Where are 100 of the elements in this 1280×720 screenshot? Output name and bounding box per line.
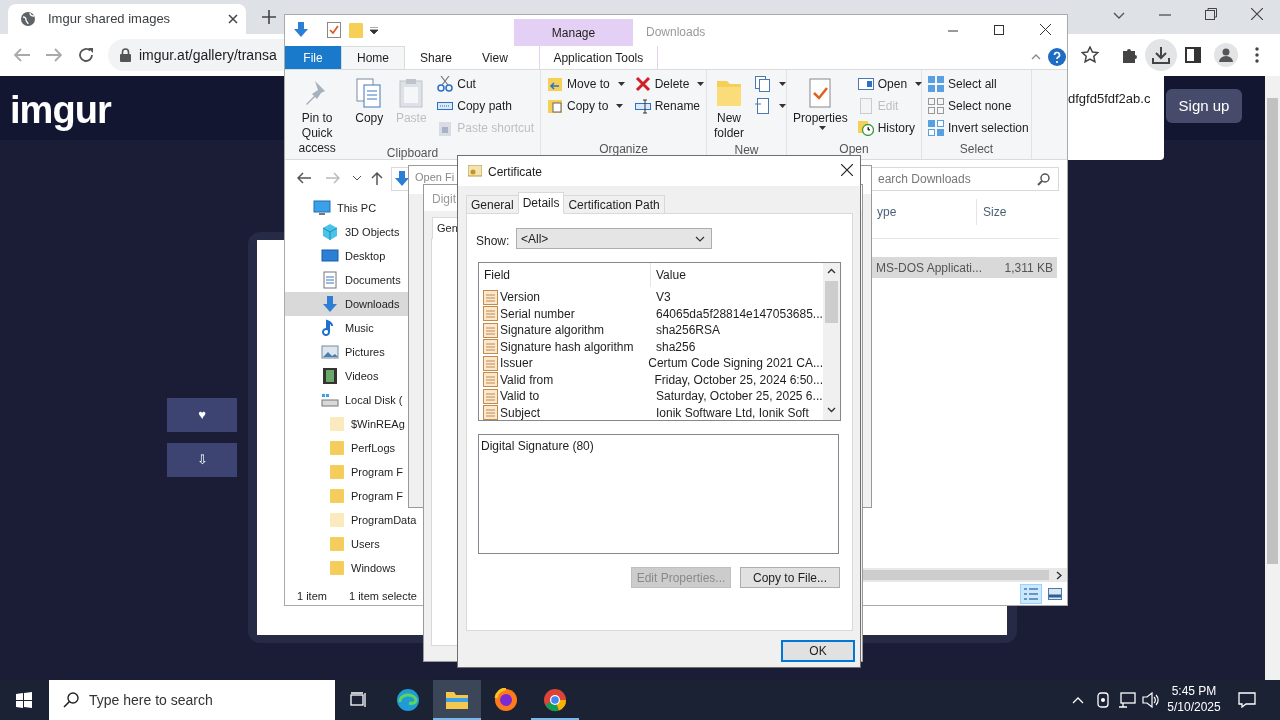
folder-icon <box>329 488 345 504</box>
column-header[interactable]: Value <box>651 263 823 287</box>
browser-tab[interactable]: Imgur shared images <box>8 4 246 34</box>
minimize-icon <box>1159 14 1171 16</box>
task-view-icon <box>350 692 368 708</box>
list-row[interactable]: Version V3 <box>483 289 823 305</box>
folder-icon <box>329 464 345 480</box>
dropdown[interactable]: <All> <box>516 228 712 249</box>
folder-icon <box>329 440 345 456</box>
ribbon-button[interactable]: History <box>855 117 925 139</box>
download-button[interactable]: ⇩ <box>167 443 237 477</box>
list-row[interactable]: Serial number 64065da5f28814e147053685... <box>483 305 823 322</box>
group-label: Select <box>959 141 994 158</box>
text-area[interactable]: Digital Signature (80) <box>478 434 839 554</box>
status-text: 1 item selecte <box>349 589 417 604</box>
ribbon-button[interactable]: Open <box>855 73 925 95</box>
column-header[interactable]: Field <box>479 263 651 287</box>
search-field[interactable]: Type here to search <box>49 680 335 720</box>
scissors-icon <box>437 76 454 92</box>
context-tab-header: Manage <box>514 19 633 46</box>
film-icon <box>321 367 339 385</box>
field-icon <box>483 289 498 305</box>
ribbon-button[interactable]: Invert selection <box>926 117 1031 139</box>
history-icon <box>857 120 874 136</box>
checklist-icon <box>327 22 341 38</box>
list-row[interactable]: Subject Ionik Software Ltd, Ionik Soft <box>483 404 823 421</box>
ribbon-button[interactable]: Properties <box>791 73 850 130</box>
tab[interactable]: Gen <box>432 217 458 239</box>
forward-icon <box>46 48 62 62</box>
dialog-title: Open Fi <box>415 170 455 185</box>
close-icon <box>228 14 238 24</box>
ribbon-tab[interactable]: Share <box>405 46 468 69</box>
ribbon-button[interactable]: New folder <box>711 73 747 141</box>
profile-button[interactable] <box>1214 43 1238 67</box>
file-name: dfgfd5fdf2ab.c <box>1068 90 1151 108</box>
like-button[interactable]: ♥ <box>167 398 237 432</box>
dialog-title: Digit <box>432 191 456 208</box>
clock-date: 5/10/2025 <box>1167 699 1221 715</box>
ribbon-button[interactable]: Select all <box>926 73 1031 95</box>
ribbon-tab[interactable]: File <box>285 46 341 69</box>
speaker-icon <box>1142 692 1160 708</box>
close-icon <box>1040 24 1051 35</box>
folder-icon <box>349 22 363 38</box>
notification-icon <box>1238 692 1256 708</box>
column-header[interactable]: Size <box>977 199 1059 225</box>
taskbar-button[interactable] <box>433 680 481 720</box>
chevron-up-icon <box>1072 697 1084 704</box>
ribbon-tab[interactable]: Home <box>341 46 405 69</box>
icon-button[interactable] <box>753 73 788 95</box>
picture-icon <box>1048 588 1062 600</box>
field-label: Show: <box>476 233 510 250</box>
scrollbar[interactable] <box>1265 76 1280 680</box>
window-icon <box>857 76 874 92</box>
dialog-title: Certificate <box>488 164 543 181</box>
address-bar[interactable]: imgur.at/gallery/transa <box>108 39 284 71</box>
list-row[interactable]: Signature hash algorithm sha256 <box>483 338 823 355</box>
sign-up-button[interactable]: Sign up <box>1166 89 1242 123</box>
puzzle-icon <box>1121 46 1139 64</box>
ribbon-button[interactable]: Copy <box>351 73 388 126</box>
ribbon-button[interactable]: Select none <box>926 95 1031 117</box>
list-row[interactable]: Valid to Saturday, October 25, 2025 6... <box>483 388 823 404</box>
ribbon-button[interactable]: Pin to Quick access <box>289 73 346 156</box>
rename-icon <box>634 98 651 114</box>
browser-icon <box>543 688 567 712</box>
certificate-icon <box>468 165 482 177</box>
scroll-thumb[interactable] <box>861 570 1049 580</box>
download-arrow-icon <box>293 22 309 38</box>
table-cell-text: Issuer <box>499 355 534 372</box>
table-cell-text: Valid to <box>499 388 541 405</box>
group-label: New <box>734 142 759 159</box>
ribbon-button[interactable]: Move to <box>545 73 627 95</box>
ribbon-tab[interactable]: View <box>467 46 523 69</box>
ribbon-button[interactable]: Rename <box>632 95 707 117</box>
download-button[interactable] <box>1145 39 1177 71</box>
ribbon-button[interactable]: Copy to <box>545 95 627 117</box>
device-icon <box>1096 692 1110 708</box>
scroll-thumb[interactable] <box>1267 98 1278 564</box>
window-title: Downloads <box>646 24 706 41</box>
ribbon-button[interactable]: Delete <box>632 73 707 95</box>
scroll-thumb[interactable] <box>825 281 838 323</box>
ok-button[interactable]: OK <box>781 640 855 662</box>
grid-icon <box>928 98 944 114</box>
tab[interactable]: General <box>466 195 519 214</box>
grid-icon <box>928 76 944 92</box>
dialog-button[interactable]: Copy to File... <box>740 567 840 588</box>
page-icon <box>755 98 771 114</box>
list-row[interactable]: Issuer Certum Code Signing 2021 CA... <box>483 355 823 371</box>
horizontal-scrollbar[interactable] <box>861 568 1067 582</box>
list-row[interactable]: Valid from Friday, October 25, 2024 6:50... <box>483 371 823 388</box>
ribbon-button[interactable]: Cut <box>435 73 536 95</box>
ribbon-button[interactable]: Copy path <box>435 95 536 117</box>
delete-icon <box>634 76 651 92</box>
tab[interactable]: Details <box>517 192 565 214</box>
table-cell-text: sha256 <box>655 338 696 356</box>
list-row[interactable]: Signature algorithm sha256RSA <box>483 322 823 338</box>
folder-icon <box>329 536 345 552</box>
icon-button[interactable] <box>753 95 788 117</box>
chevron-up-icon <box>1031 54 1041 60</box>
vertical-scrollbar[interactable] <box>823 263 840 420</box>
caret-icon <box>697 82 705 86</box>
